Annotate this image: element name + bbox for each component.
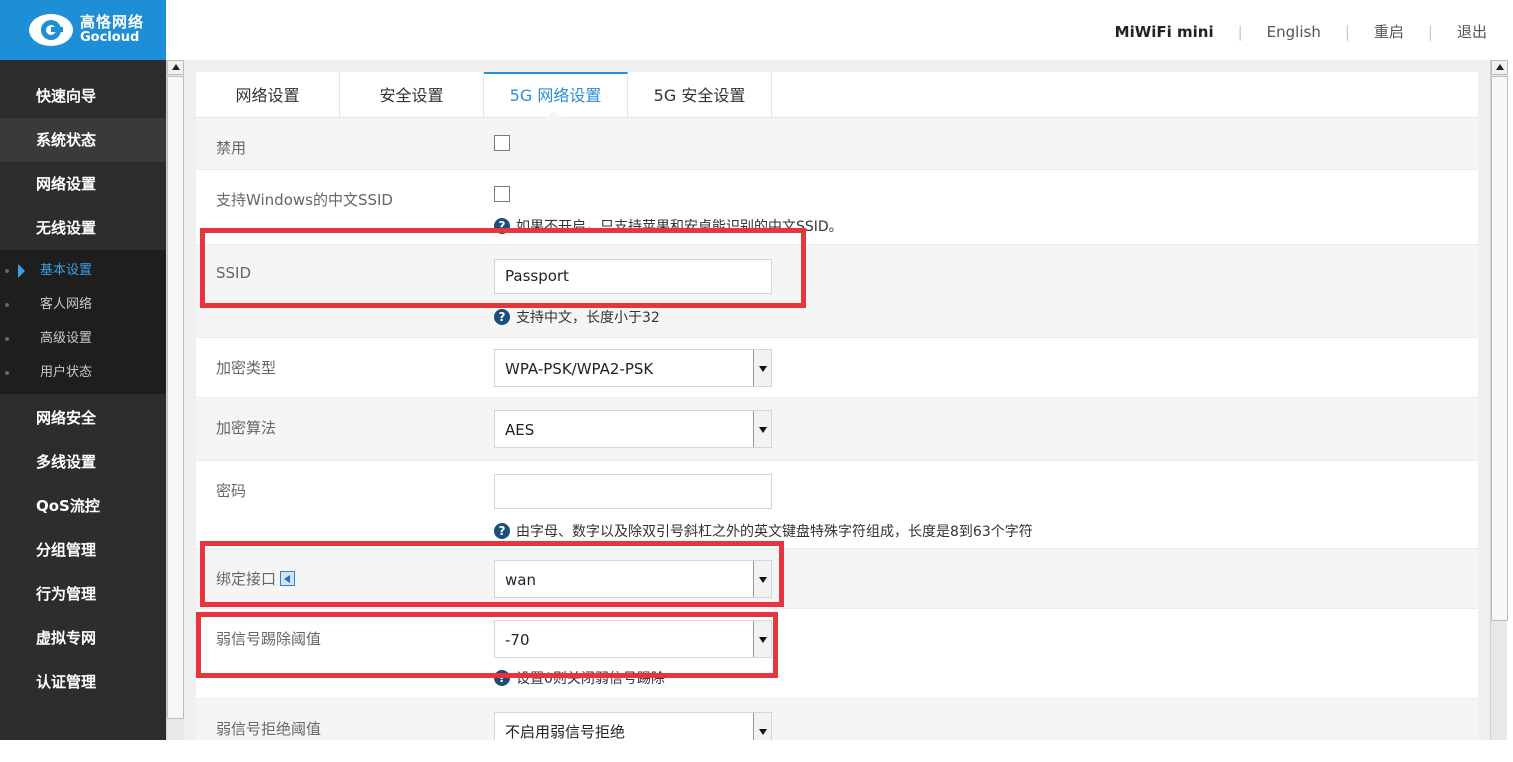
main-scrollbar[interactable] <box>1490 60 1508 740</box>
sidebar-scrollbar[interactable] <box>166 60 184 740</box>
encryption-algorithm-label: 加密算法 <box>216 419 277 437</box>
logo-en: Gocloud <box>80 30 140 45</box>
encryption-type-label: 加密类型 <box>216 359 277 377</box>
sidebar-item-group-management[interactable]: 分组管理 <box>0 528 166 572</box>
password-hint-text: 由字母、数字以及除双引号斜杠之外的英文键盘特殊字符组成，长度是8到63个字符 <box>516 524 1033 540</box>
tab-security-settings[interactable]: 安全设置 <box>340 72 484 117</box>
row-disable: 禁用 <box>196 118 1478 170</box>
logo-text: 高恪网络 Gocloud <box>80 13 145 46</box>
scrollbar-thumb[interactable] <box>1491 76 1508 621</box>
row-reject-threshold: 弱信号拒绝阈值 不启用弱信号拒绝 <box>196 699 1478 740</box>
device-name: MiWiFi mini <box>1114 22 1214 41</box>
scroll-up-arrow-icon[interactable] <box>1491 60 1508 75</box>
encryption-type-select[interactable]: WPA-PSK/WPA2-PSK <box>494 349 772 387</box>
ssid-hint: ? 支持中文，长度小于32 <box>494 307 660 327</box>
sidebar-subitem-guest-network[interactable]: 客人网络 <box>0 288 166 322</box>
logo: 高恪网络 Gocloud <box>0 0 166 60</box>
sidebar-item-wireless-settings[interactable]: 无线设置 <box>0 206 166 250</box>
tab-bar: 网络设置 安全设置 5G 网络设置 5G 安全设置 <box>196 72 1478 118</box>
logout-link[interactable]: 退出 <box>1457 21 1487 42</box>
scroll-up-arrow-icon[interactable] <box>167 60 184 75</box>
sidebar-item-quick-wizard[interactable]: 快速向导 <box>0 74 166 118</box>
sidebar-item-qos[interactable]: QoS流控 <box>0 484 166 528</box>
nav-separator: | <box>1427 22 1433 41</box>
nav-separator: | <box>1344 22 1350 41</box>
help-icon: ? <box>494 309 510 325</box>
annotation-box-kick-threshold <box>196 612 778 678</box>
tab-5g-network-settings[interactable]: 5G 网络设置 <box>484 72 628 118</box>
password-input[interactable] <box>494 474 772 509</box>
sidebar-submenu-wireless: 基本设置 客人网络 高级设置 用户状态 <box>0 250 166 394</box>
password-label: 密码 <box>216 482 247 500</box>
cn-ssid-label: 支持Windows的中文SSID <box>216 191 393 209</box>
sidebar-item-multi-wan[interactable]: 多线设置 <box>0 440 166 484</box>
tab-5g-security-settings[interactable]: 5G 安全设置 <box>628 72 772 117</box>
sidebar-subitem-user-status[interactable]: 用户状态 <box>0 356 166 390</box>
sidebar-item-vpn[interactable]: 虚拟专网 <box>0 616 166 660</box>
row-encryption-algorithm: 加密算法 AES <box>196 398 1478 461</box>
tab-network-settings[interactable]: 网络设置 <box>196 72 340 117</box>
password-hint: ? 由字母、数字以及除双引号斜杠之外的英文键盘特殊字符组成，长度是8到63个字符 <box>494 521 1033 541</box>
top-bar: MiWiFi mini | English | 重启 | 退出 <box>166 0 1513 60</box>
reject-threshold-label: 弱信号拒绝阈值 <box>216 720 322 738</box>
encryption-algorithm-select[interactable]: AES <box>494 410 772 448</box>
sidebar-item-system-status[interactable]: 系统状态 <box>0 118 166 162</box>
sidebar-subitem-basic-settings[interactable]: 基本设置 <box>0 254 166 288</box>
reject-threshold-select[interactable]: 不启用弱信号拒绝 <box>494 712 772 740</box>
nav-separator: | <box>1237 22 1243 41</box>
sidebar-subitem-advanced-settings[interactable]: 高级设置 <box>0 322 166 356</box>
ssid-hint-text: 支持中文，长度小于32 <box>516 310 660 326</box>
disable-label: 禁用 <box>216 139 247 157</box>
sidebar: 快速向导 系统状态 网络设置 无线设置 基本设置 客人网络 高级设置 用户状态 … <box>0 60 166 740</box>
disable-checkbox[interactable] <box>494 135 510 151</box>
row-encryption-type: 加密类型 WPA-PSK/WPA2-PSK <box>196 338 1478 398</box>
annotation-box-bind-interface <box>200 541 784 607</box>
annotation-box-ssid <box>200 228 806 308</box>
help-icon: ? <box>494 523 510 539</box>
logo-cn: 高恪网络 <box>80 13 145 31</box>
encryption-type-value: WPA-PSK/WPA2-PSK <box>505 360 654 378</box>
top-nav: MiWiFi mini | English | 重启 | 退出 <box>1115 21 1487 42</box>
dropdown-arrow-icon[interactable] <box>753 350 771 386</box>
reject-threshold-value: 不启用弱信号拒绝 <box>505 723 626 740</box>
dropdown-arrow-icon[interactable] <box>753 411 771 447</box>
reboot-link[interactable]: 重启 <box>1374 21 1404 42</box>
row-password: 密码 ? 由字母、数字以及除双引号斜杠之外的英文键盘特殊字符组成，长度是8到63… <box>196 461 1478 549</box>
scrollbar-thumb[interactable] <box>167 76 184 719</box>
dropdown-arrow-icon[interactable] <box>753 713 771 740</box>
sidebar-item-network-security[interactable]: 网络安全 <box>0 396 166 440</box>
encryption-algorithm-value: AES <box>505 421 535 439</box>
language-link[interactable]: English <box>1267 23 1321 41</box>
cn-ssid-checkbox[interactable] <box>494 186 510 202</box>
sidebar-item-network-settings[interactable]: 网络设置 <box>0 162 166 206</box>
sidebar-item-behavior-management[interactable]: 行为管理 <box>0 572 166 616</box>
gocloud-logo-icon <box>28 13 74 47</box>
sidebar-item-auth-management[interactable]: 认证管理 <box>0 660 166 704</box>
